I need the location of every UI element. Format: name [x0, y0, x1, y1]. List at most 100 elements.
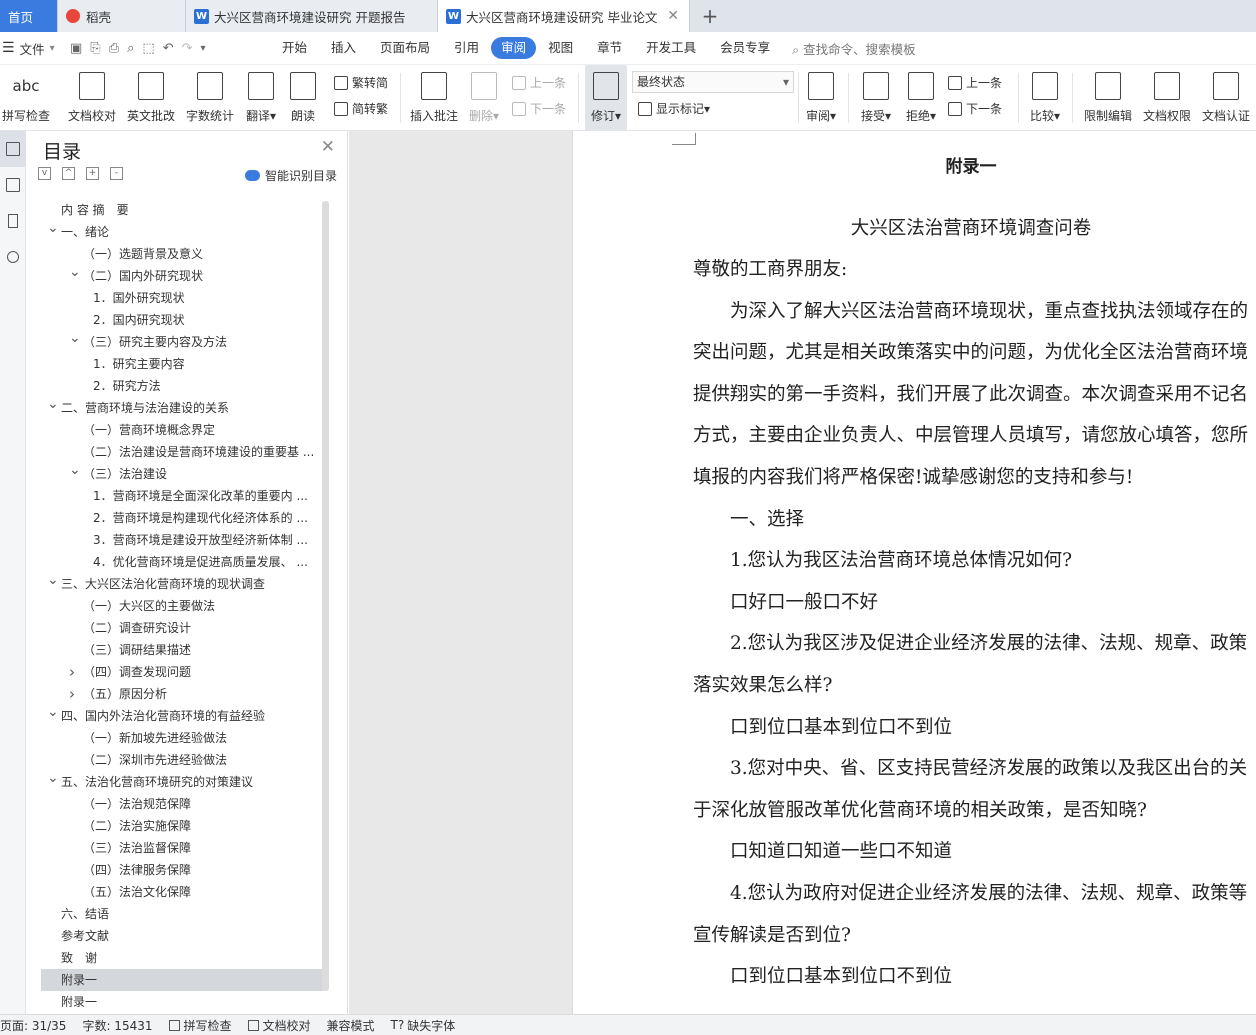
save-icon[interactable]: ▣	[70, 41, 82, 56]
insert-comment-button[interactable]: 插入批注	[408, 65, 460, 131]
print-preview-icon[interactable]: ⌕	[127, 41, 134, 56]
toc-item[interactable]: （二）深圳市先进经验做法	[41, 749, 323, 771]
redo-icon[interactable]: ↷	[182, 41, 193, 56]
menu-review[interactable]: 审阅	[491, 37, 537, 59]
format-painter-icon[interactable]: ⎘	[90, 41, 100, 56]
accept-button[interactable]: 接受▾	[857, 65, 895, 131]
toc-item[interactable]: （一）法治规范保障	[41, 793, 323, 815]
toc-item[interactable]: （二）法治建设是营商环境建设的重要基 ...	[41, 441, 323, 463]
print-icon[interactable]: ⎙	[109, 41, 119, 56]
menu-start[interactable]: 开始	[270, 37, 319, 59]
toc-item[interactable]: （一）营商环境概念界定	[41, 419, 323, 441]
section-pane-button[interactable]	[0, 167, 26, 203]
export-icon[interactable]: ⬚	[142, 41, 154, 56]
spell-check-button[interactable]: abc 拼写检查	[0, 65, 52, 131]
toc-item[interactable]: ⌄ （三）研究主要内容及方法	[41, 331, 323, 353]
toc-item[interactable]: 4．优化营商环境是促进高质量发展、 ...	[41, 551, 323, 573]
find-pane-button[interactable]	[0, 239, 26, 275]
compare-button[interactable]: 比较▾	[1026, 65, 1064, 131]
compat-mode[interactable]: 兼容模式	[319, 1017, 383, 1034]
toc-item[interactable]: ⌄ 二、营商环境与法治建设的关系	[41, 397, 323, 419]
doc-permission-button[interactable]: 文档权限	[1141, 65, 1193, 131]
toc-item[interactable]: 2．研究方法	[41, 375, 323, 397]
toc-item[interactable]: （四）法律服务保障	[41, 859, 323, 881]
smart-toc-button[interactable]: 智能识别目录	[244, 167, 337, 184]
plus-icon[interactable]: +	[86, 167, 99, 180]
toc-item[interactable]: （一）选题背景及意义	[41, 243, 323, 265]
word-count-button[interactable]: 字数统计	[184, 65, 236, 131]
tab-home[interactable]: 首页	[0, 0, 58, 32]
toc-item[interactable]: ⌄ （二）国内外研究现状	[41, 265, 323, 287]
toc-item[interactable]: 3．营商环境是建设开放型经济新体制 ...	[41, 529, 323, 551]
trad-to-simp-button[interactable]: 繁转简	[334, 74, 388, 91]
markup-state-select[interactable]: 最终状态	[632, 71, 794, 93]
delete-comment-button[interactable]: 删除▾	[466, 65, 502, 131]
chevron-right-icon[interactable]: ›	[69, 661, 75, 683]
status-proofread[interactable]: 文档校对	[240, 1017, 319, 1034]
track-changes-button[interactable]: 修订▾	[585, 65, 627, 131]
chevron-down-icon[interactable]: ⌄	[47, 221, 59, 239]
new-tab-button[interactable]: +	[690, 0, 730, 32]
toc-item[interactable]: 附录一	[41, 991, 323, 1007]
reject-button[interactable]: 拒绝▾	[902, 65, 940, 131]
next-change-button[interactable]: 下一条	[948, 100, 1002, 117]
chevron-down-icon[interactable]: ⌄	[47, 771, 59, 789]
toc-item[interactable]: 1．国外研究现状	[41, 287, 323, 309]
toc-item[interactable]: （五）法治文化保障	[41, 881, 323, 903]
menu-view[interactable]: 视图	[536, 37, 585, 59]
undo-icon[interactable]: ↶	[163, 41, 174, 56]
toc-item[interactable]: （三）调研结果描述	[41, 639, 323, 661]
minus-icon[interactable]: -	[110, 167, 123, 180]
review-pane-button[interactable]: 审阅▾	[802, 65, 840, 131]
expand-all-icon[interactable]: v	[38, 167, 51, 180]
menu-member[interactable]: 会员专享	[708, 37, 782, 59]
chevron-down-icon[interactable]: ⌄	[69, 463, 81, 481]
menu-page-layout[interactable]: 页面布局	[368, 37, 442, 59]
simp-to-trad-button[interactable]: 简转繁	[334, 100, 388, 117]
toc-item[interactable]: ⌄ 四、国内外法治化营商环境的有益经验	[41, 705, 323, 727]
toc-item[interactable]: （一）大兴区的主要做法	[41, 595, 323, 617]
toc-item[interactable]: 致 谢	[41, 947, 323, 969]
tab-daoke[interactable]: 稻壳	[58, 0, 186, 32]
restrict-editing-button[interactable]: 限制编辑	[1082, 65, 1134, 131]
toc-item[interactable]: 2．国内研究现状	[41, 309, 323, 331]
toc-item[interactable]: （一）新加坡先进经验做法	[41, 727, 323, 749]
toc-item[interactable]: （三）法治监督保障	[41, 837, 323, 859]
collapse-all-icon[interactable]: ^	[62, 167, 75, 180]
toc-item[interactable]: › （四）调查发现问题	[41, 661, 323, 683]
toc-item[interactable]: 2．营商环境是构建现代化经济体系的 ...	[41, 507, 323, 529]
tab-doc-thesis[interactable]: W 大兴区营商环境建设研究 毕业论文 ✕	[438, 0, 690, 32]
command-search[interactable]: ⌕ 查找命令、搜索模板	[792, 39, 916, 58]
file-menu[interactable]: ☰ 文件 ▾	[0, 39, 70, 58]
show-markup-button[interactable]: 显示标记 ▾	[638, 100, 710, 117]
toc-item[interactable]: 参考文献	[41, 925, 323, 947]
word-count-indicator[interactable]: 字数: 15431	[74, 1017, 160, 1034]
prev-change-button[interactable]: 上一条	[948, 74, 1002, 91]
chevron-down-icon[interactable]: ⌄	[47, 573, 59, 591]
toc-item[interactable]: ⌄ 五、法治化营商环境研究的对策建议	[41, 771, 323, 793]
chevron-right-icon[interactable]: ›	[69, 683, 75, 705]
toc-item[interactable]: › （五）原因分析	[41, 683, 323, 705]
toc-item[interactable]: （二）法治实施保障	[41, 815, 323, 837]
menu-references[interactable]: 引用	[442, 37, 491, 59]
toc-scrollbar[interactable]	[322, 201, 329, 991]
translate-button[interactable]: 翻译▾	[243, 65, 279, 131]
toc-item[interactable]: 内 容 摘 要	[41, 199, 323, 221]
chevron-down-icon[interactable]: ⌄	[47, 705, 59, 723]
prev-comment-button[interactable]: 上一条	[512, 74, 566, 91]
english-review-button[interactable]: 英文批改	[125, 65, 177, 131]
toc-item[interactable]: 1．营商环境是全面深化改革的重要内 ...	[41, 485, 323, 507]
next-comment-button[interactable]: 下一条	[512, 100, 566, 117]
toc-pane-button[interactable]	[0, 131, 26, 167]
missing-font[interactable]: T? 缺失字体	[383, 1017, 464, 1034]
toc-item[interactable]: ⌄ 一、绪论	[41, 221, 323, 243]
bookmark-pane-button[interactable]	[0, 203, 26, 239]
proofread-button[interactable]: 文档校对	[66, 65, 118, 131]
toc-item[interactable]: （二）调查研究设计	[41, 617, 323, 639]
toc-item[interactable]: 附录一	[41, 969, 323, 991]
toc-item[interactable]: 1．研究主要内容	[41, 353, 323, 375]
more-chevron-icon[interactable]: ▾	[201, 43, 206, 54]
menu-section[interactable]: 章节	[585, 37, 634, 59]
read-aloud-button[interactable]: 朗读	[287, 65, 319, 131]
document-page[interactable]: 附录一 大兴区法治营商环境调查问卷 尊敬的工商界朋友: 为深入了解大兴区法治营商环…	[572, 131, 1256, 1014]
